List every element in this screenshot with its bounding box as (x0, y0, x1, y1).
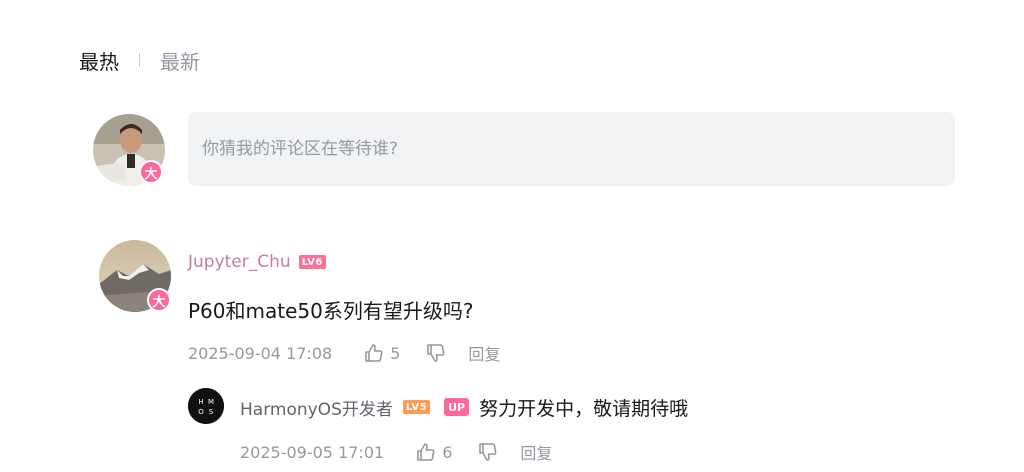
dislike-button[interactable] (478, 442, 498, 462)
like-button[interactable]: 6 (416, 442, 452, 462)
comment-meta: 2025-09-04 17:08 5 回复 (188, 341, 500, 365)
comment-input-placeholder: 你猜我的评论区在等待谁? (202, 139, 399, 159)
reply-button[interactable]: 回复 (468, 341, 500, 365)
thumbs-down-icon (426, 343, 446, 363)
like-count: 5 (390, 343, 401, 363)
svg-text:H: H (198, 398, 203, 406)
comment-time: 2025-09-04 17:08 (188, 343, 333, 363)
sort-tabs: 最热 最新 (79, 44, 200, 76)
reply-text: 努力开发中，敬请期待哦 (479, 397, 689, 420)
svg-text:O: O (198, 408, 204, 416)
tab-new[interactable]: 最新 (160, 46, 200, 75)
current-user-avatar[interactable]: 大 (93, 114, 165, 186)
reply-button[interactable]: 回复 (520, 440, 552, 464)
comment-author-avatar[interactable]: 大 (99, 240, 171, 312)
vip-badge: 大 (147, 288, 171, 312)
harmonyos-logo-icon: H M O S (188, 388, 224, 424)
comment-username[interactable]: Jupyter_Chu (188, 252, 291, 272)
level-badge: LV5 (402, 400, 431, 414)
tab-hot[interactable]: 最热 (79, 46, 119, 75)
thumbs-down-icon (478, 442, 498, 462)
tab-divider (139, 53, 140, 67)
thumbs-up-icon (364, 343, 384, 363)
reply-line: HarmonyOS开发者 LV5 UP 努力开发中，敬请期待哦 (240, 394, 688, 420)
reply-username[interactable]: HarmonyOS开发者 (240, 395, 393, 420)
level-badge: LV6 (298, 255, 326, 269)
vip-badge: 大 (139, 160, 163, 184)
svg-text:S: S (209, 408, 214, 416)
reply-author-avatar[interactable]: H M O S (188, 388, 224, 424)
dislike-button[interactable] (426, 343, 446, 363)
comment-input[interactable]: 你猜我的评论区在等待谁? (188, 112, 955, 186)
like-button[interactable]: 5 (364, 343, 400, 363)
svg-text:M: M (208, 398, 214, 406)
reply-meta: 2025-09-05 17:01 6 回复 (240, 440, 552, 464)
like-count: 6 (442, 442, 453, 462)
reply-time: 2025-09-05 17:01 (240, 442, 385, 462)
thumbs-up-icon (416, 442, 436, 462)
comment-text: P60和mate50系列有望升级吗? (188, 299, 474, 323)
up-badge: UP (444, 398, 470, 416)
comment-header: Jupyter_Chu LV6 (188, 252, 326, 272)
